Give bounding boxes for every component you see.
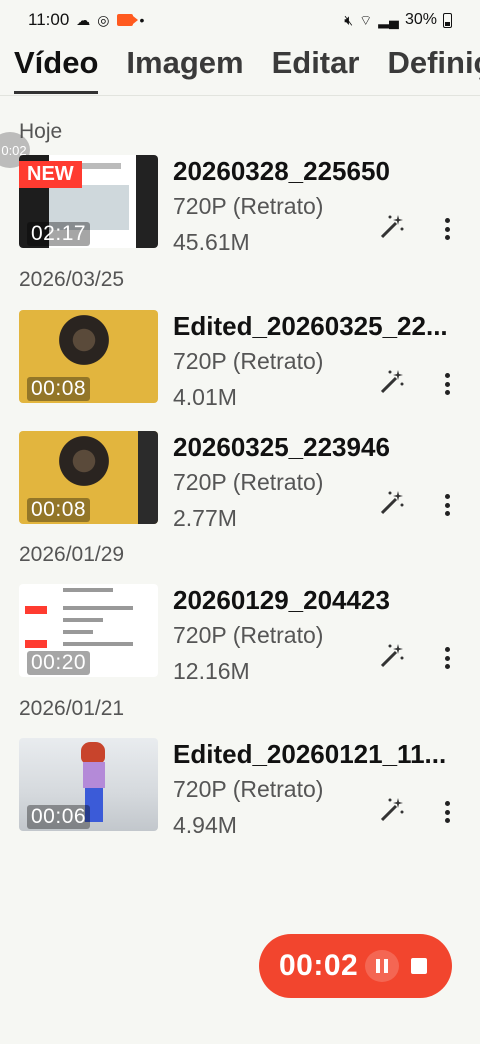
wifi-icon: ⌔ [359,12,373,28]
new-badge: NEW [19,161,82,188]
video-size: 12.16M [173,658,250,684]
video-resolution: 720P (Retrato) [173,622,324,648]
video-duration: 00:06 [27,805,91,829]
pause-icon[interactable] [365,950,399,982]
magic-wand-icon[interactable] [378,213,406,241]
more-options-icon[interactable] [437,644,457,672]
list-item[interactable]: NEW 02:17 20260328_225650 720P (Retrato)… [0,155,480,255]
video-duration: 00:20 [27,651,91,675]
magic-wand-icon[interactable] [378,489,406,517]
video-name: Edited_20260325_22... [173,311,448,341]
video-duration: 00:08 [27,498,91,522]
video-thumbnail[interactable]: 00:06 [19,738,158,831]
stop-icon[interactable] [411,958,427,974]
section-date: Hoje [19,120,63,143]
tab-edit[interactable]: Editar [258,40,374,95]
tab-settings[interactable]: Definições [373,40,480,95]
video-size: 4.94M [173,812,237,838]
video-resolution: 720P (Retrato) [173,776,324,802]
more-options-icon[interactable] [437,215,457,243]
section-date: 2026/01/21 [19,697,125,720]
list-item[interactable]: 00:20 20260129_204423 720P (Retrato) 12.… [0,584,480,684]
video-thumbnail[interactable]: 00:20 [19,584,158,677]
signal-icon: ▂▄ [378,12,399,28]
video-resolution: 720P (Retrato) [173,469,324,495]
target-icon: ◎ [97,12,110,28]
video-name: 20260129_204423 [173,585,390,615]
video-thumbnail[interactable]: 00:08 [19,431,158,524]
tab-video[interactable]: Vídeo [0,40,112,95]
video-resolution: 720P (Retrato) [173,348,324,374]
camera-recording-icon [116,14,138,26]
recording-control[interactable]: 00:02 [259,934,452,998]
video-duration: 00:08 [27,377,91,401]
video-thumbnail[interactable]: 00:08 [19,310,158,403]
video-name: 20260328_225650 [173,156,390,186]
section-date: 2026/01/29 [19,543,125,566]
list-item[interactable]: 00:08 Edited_20260325_22... 720P (Retrat… [0,310,480,410]
video-size: 4.01M [173,384,237,410]
more-options-icon[interactable] [437,798,457,826]
status-bar: 11:00 ☁ ◎ • 🔇︎ ⌔ ▂▄ 30% [0,0,480,40]
video-thumbnail[interactable]: NEW 02:17 [19,155,158,248]
section-date: 2026/03/25 [19,268,125,291]
status-time: 11:00 [28,10,70,29]
video-resolution: 720P (Retrato) [173,193,324,219]
cloud-icon: ☁ [76,12,91,28]
more-options-icon[interactable] [437,370,457,398]
list-item[interactable]: 00:08 20260325_223946 720P (Retrato) 2.7… [0,431,480,531]
tab-image[interactable]: Imagem [112,40,257,95]
recording-time: 00:02 [279,949,359,982]
video-name: Edited_20260121_11... [173,739,447,769]
list-item[interactable]: 00:06 Edited_20260121_11... 720P (Retrat… [0,738,480,838]
battery-icon [443,12,452,28]
magic-wand-icon[interactable] [378,796,406,824]
video-duration: 02:17 [27,222,91,246]
dot-icon: • [139,12,145,28]
video-size: 2.77M [173,505,237,531]
tab-bar: Vídeo Imagem Editar Definições [0,40,480,96]
magic-wand-icon[interactable] [378,368,406,396]
battery-percent: 30% [404,11,437,28]
more-options-icon[interactable] [437,491,457,519]
mute-icon: 🔇︎ [344,12,354,28]
video-size: 45.61M [173,229,250,255]
magic-wand-icon[interactable] [378,642,406,670]
video-name: 20260325_223946 [173,432,390,462]
